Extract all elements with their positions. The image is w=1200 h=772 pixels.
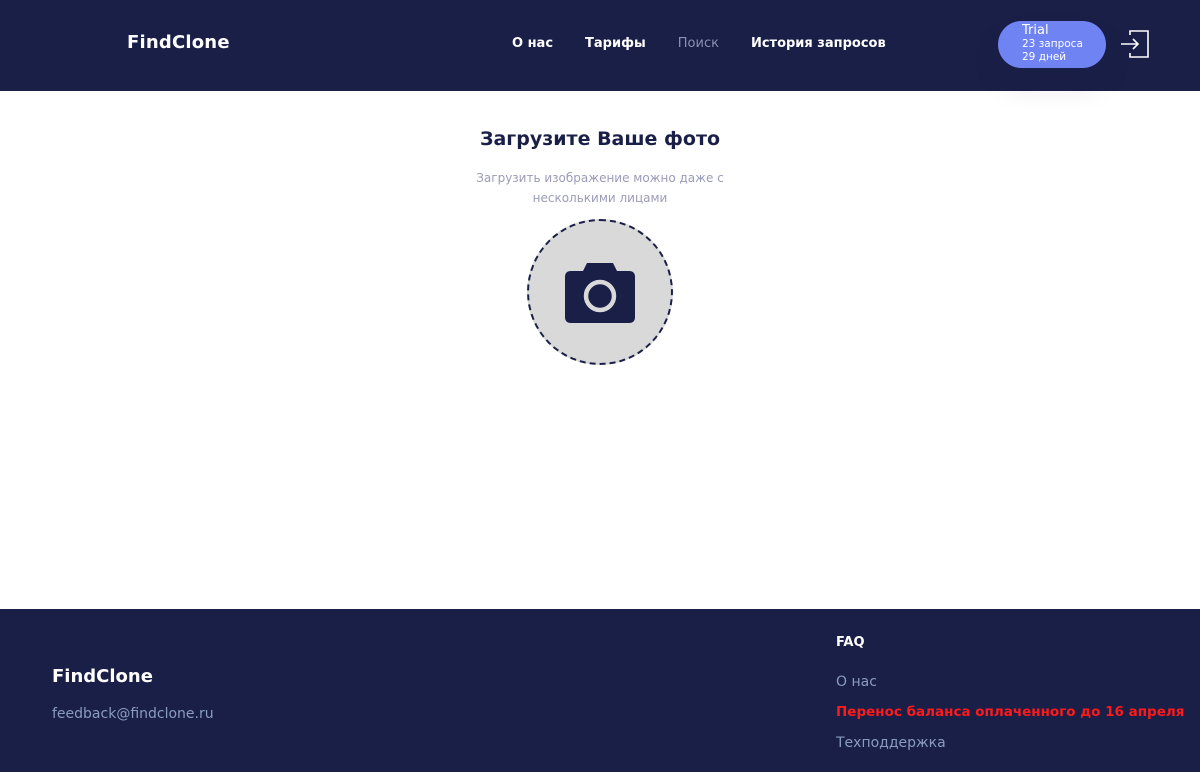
trial-requests: 23 запроса [1022, 38, 1083, 50]
nav-item-search[interactable]: Поиск [678, 36, 719, 51]
footer-link-balance-transfer[interactable]: Перенос баланса оплаченного до 16 апреля [836, 704, 1184, 720]
footer-email-link[interactable]: feedback@findclone.ru [52, 706, 214, 722]
footer-link-support[interactable]: Техподдержка [836, 735, 946, 751]
trial-title: Trial [1022, 23, 1049, 38]
site-footer: FindClone feedback@findclone.ru FAQ О на… [0, 609, 1200, 772]
photo-upload-dropzone[interactable] [527, 219, 673, 365]
trial-badge[interactable]: Trial 23 запроса 29 дней [998, 21, 1106, 68]
footer-link-about[interactable]: О нас [836, 674, 877, 690]
footer-faq[interactable]: FAQ [836, 635, 865, 650]
trial-days: 29 дней [1022, 51, 1067, 63]
nav-item-history[interactable]: История запросов [751, 36, 886, 51]
site-header: FindClone О нас Тарифы Поиск История зап… [0, 0, 1200, 91]
page-subtitle: Загрузить изображение можно даже с неско… [476, 171, 724, 205]
login-icon [1121, 30, 1149, 58]
login-button[interactable] [1120, 29, 1150, 59]
logo[interactable]: FindClone [127, 32, 230, 53]
camera-icon [565, 263, 635, 323]
nav-item-pricing[interactable]: Тарифы [585, 36, 646, 51]
main-nav: О нас Тарифы Поиск История запросов [512, 36, 886, 51]
nav-item-about[interactable]: О нас [512, 36, 553, 51]
page-title: Загрузите Ваше фото [479, 128, 721, 150]
footer-logo[interactable]: FindClone [52, 666, 153, 687]
